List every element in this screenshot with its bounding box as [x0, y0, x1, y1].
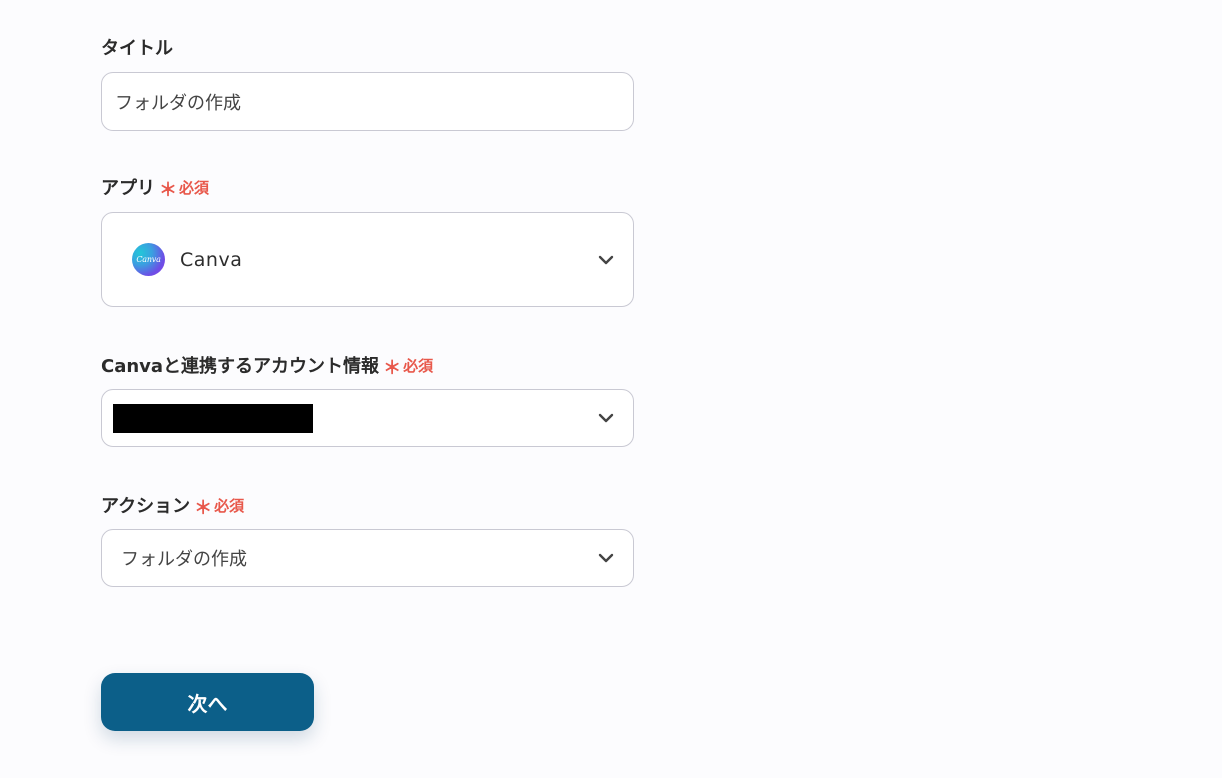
- required-badge: ＊ 必須: [383, 352, 434, 380]
- selected-app-name: Canva: [180, 248, 243, 271]
- chevron-down-icon[interactable]: [597, 412, 615, 424]
- next-button[interactable]: 次へ: [101, 673, 314, 731]
- title-label-row: タイトル: [101, 34, 173, 60]
- action-label: アクション: [101, 496, 191, 517]
- app-label-row: アプリ ＊ 必須: [101, 174, 210, 202]
- account-label-row: Canvaと連携するアカウント情報 ＊ 必須: [101, 352, 434, 380]
- account-label: Canvaと連携するアカウント情報: [101, 356, 380, 377]
- redacted-account-value: [113, 403, 313, 433]
- app-select[interactable]: Canva Canva: [101, 212, 634, 307]
- required-asterisk: ＊: [194, 498, 213, 519]
- required-badge: ＊ 必須: [159, 174, 210, 202]
- chevron-down-icon[interactable]: [597, 552, 615, 564]
- chevron-down-icon[interactable]: [597, 254, 615, 266]
- action-select[interactable]: フォルダの作成: [101, 529, 634, 587]
- action-label-row: アクション ＊ 必須: [101, 492, 245, 520]
- required-text: 必須: [179, 178, 210, 197]
- required-text: 必須: [214, 496, 245, 515]
- app-label: アプリ: [101, 178, 155, 199]
- action-select-value: フォルダの作成: [121, 549, 247, 570]
- required-asterisk: ＊: [383, 358, 402, 379]
- canva-logo-icon: Canva: [132, 243, 165, 276]
- required-badge: ＊ 必須: [194, 492, 245, 520]
- title-input-value: フォルダの作成: [115, 92, 241, 114]
- required-text: 必須: [403, 356, 434, 375]
- account-select[interactable]: [101, 389, 634, 447]
- title-label: タイトル: [101, 38, 173, 59]
- required-asterisk: ＊: [159, 180, 177, 201]
- title-input[interactable]: フォルダの作成: [101, 72, 634, 131]
- canva-logo-text: Canva: [136, 255, 161, 264]
